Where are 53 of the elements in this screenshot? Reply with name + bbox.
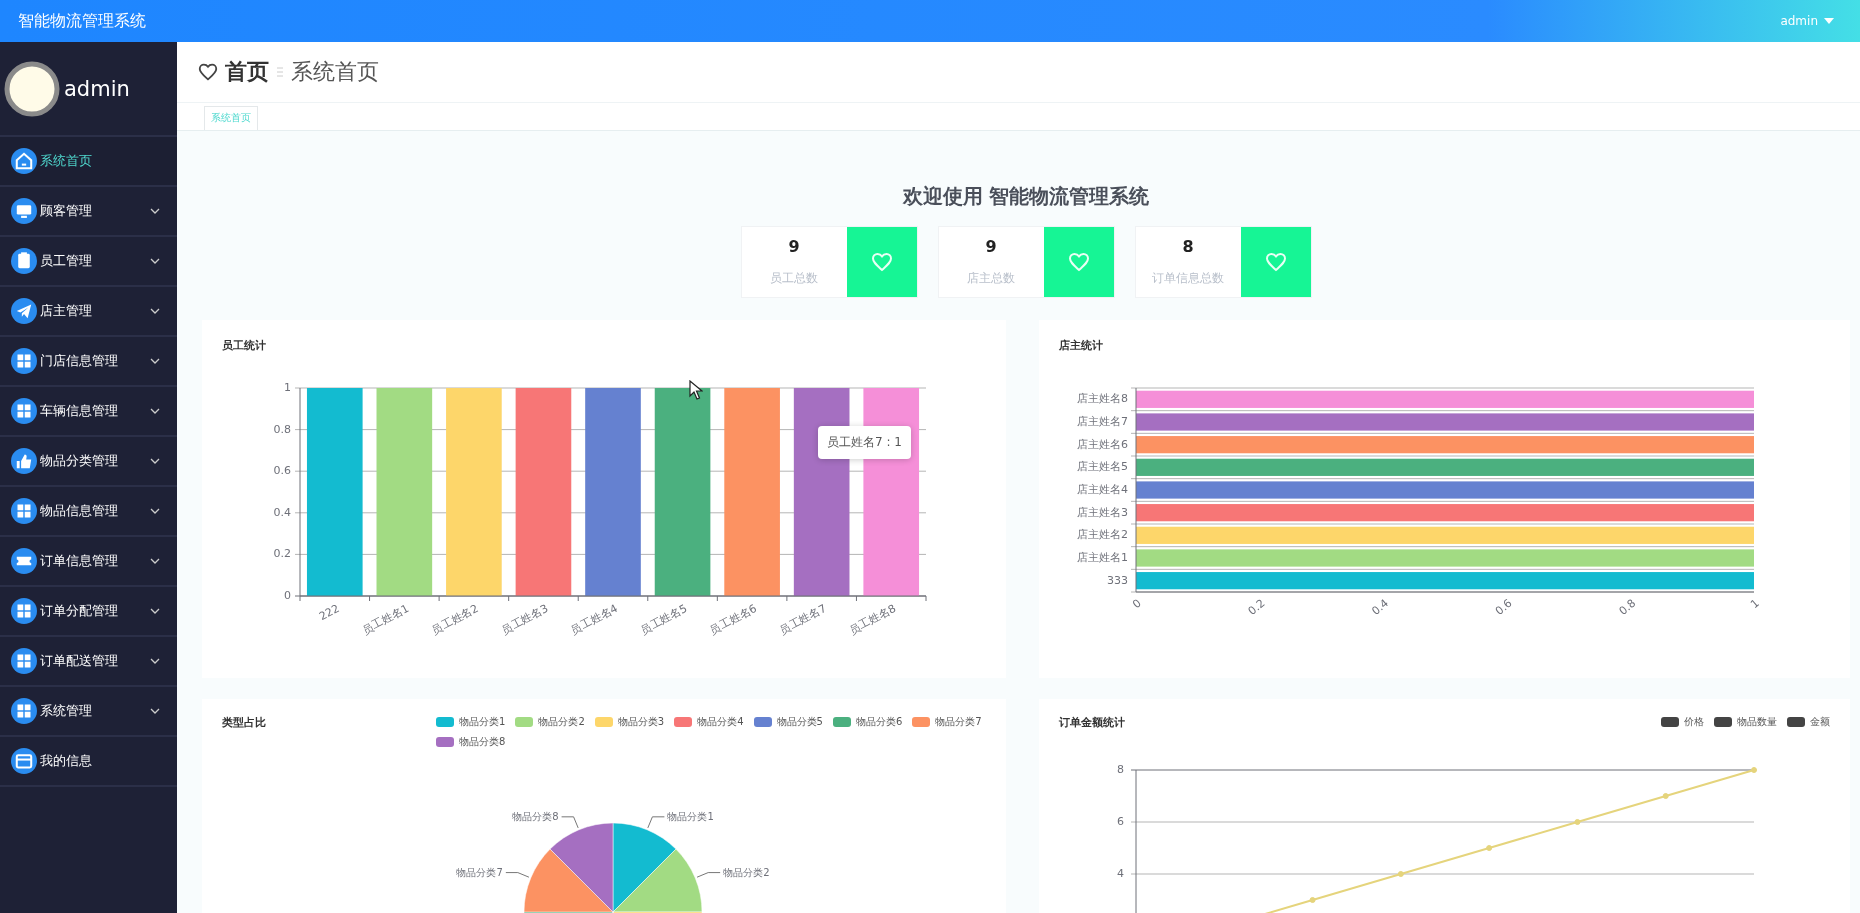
axis-tick-label: 0.6 <box>273 464 291 478</box>
axis-tick-label: 员工姓名2 <box>429 601 481 638</box>
page-subtitle: 系统首页 <box>291 58 379 86</box>
stat-label: 店主总数 <box>967 270 1015 287</box>
stat-value: 8 <box>1182 237 1194 256</box>
axis-tick-label: 0.4 <box>273 505 291 519</box>
axis-tick-label: 员工姓名8 <box>846 601 899 638</box>
axis-tick-label: 员工姓名3 <box>499 601 551 638</box>
axis-tick-label: 店主姓名6 <box>1077 437 1128 451</box>
axis-tick-label: 店主姓名3 <box>1077 505 1128 519</box>
stat-label: 订单信息总数 <box>1152 270 1224 287</box>
stat-label: 员工总数 <box>770 270 818 287</box>
axis-tick-label: 0.6 <box>1492 596 1515 618</box>
axis-tick-label: 4 <box>1117 867 1124 880</box>
axis-tick-label: 1 <box>284 381 291 394</box>
stat-value: 9 <box>788 237 800 256</box>
axis-tick-label: 0.8 <box>1616 596 1639 618</box>
axis-tick-label: 0.2 <box>1245 596 1268 618</box>
axis-tick-label: 222 <box>316 601 342 624</box>
axis-tick-label: 员工姓名5 <box>638 601 690 638</box>
axis-tick-label: 店主姓名4 <box>1077 483 1128 496</box>
axis-tick-label: 0 <box>1130 596 1144 612</box>
axis-tick-label: 8 <box>1117 763 1124 776</box>
axis-tick-label: 店主姓名2 <box>1077 528 1128 542</box>
page-title: 首页 <box>225 58 269 86</box>
chart-title: 订单金额统计 <box>1059 715 1125 730</box>
data-label: 物品分类8 <box>512 810 559 822</box>
data-label: 物品分类7 <box>456 866 503 878</box>
axis-tick-label: 0.8 <box>273 422 291 436</box>
axis-tick-label: 员工姓名6 <box>707 601 759 638</box>
app-title: 智能物流管理系统 <box>18 10 146 32</box>
axis-tick-label: 0.4 <box>1369 596 1392 618</box>
data-label: 物品分类2 <box>723 866 770 878</box>
welcome-title: 欢迎使用 智能物流管理系统 <box>901 185 1151 207</box>
axis-tick-label: 员工姓名7 <box>777 601 829 638</box>
axis-tick-label: 0 <box>284 589 291 602</box>
axis-tick-label: 员工姓名4 <box>568 601 620 638</box>
axis-tick-label: 店主姓名5 <box>1077 460 1128 474</box>
data-label: 物品分类1 <box>667 810 714 822</box>
axis-tick-label: 0.2 <box>273 547 291 561</box>
chart-title: 类型占比 <box>222 715 266 730</box>
chart-tooltip: 员工姓名7 : 1 <box>818 426 911 459</box>
axis-tick-label: 店主姓名1 <box>1077 551 1128 564</box>
axis-tick-label: 店主姓名7 <box>1077 415 1128 428</box>
axis-tick-label: 6 <box>1117 815 1124 828</box>
stat-value: 9 <box>985 237 997 256</box>
chart-title: 店主统计 <box>1059 338 1103 353</box>
axis-tick-label: 1 <box>1748 596 1762 612</box>
chart-title: 员工统计 <box>222 338 266 353</box>
axis-tick-label: 333 <box>1107 573 1128 587</box>
user-name: admin <box>64 76 130 101</box>
axis-tick-label: 店主姓名8 <box>1077 392 1128 406</box>
axis-tick-label: 员工姓名1 <box>360 601 412 638</box>
